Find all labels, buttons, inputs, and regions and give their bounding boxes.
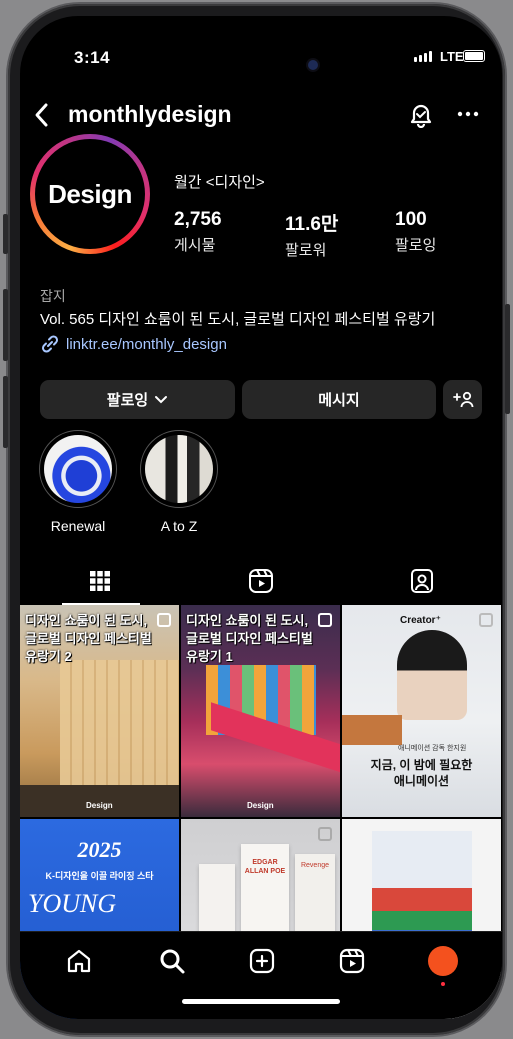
home-indicator[interactable] — [182, 999, 340, 1004]
tab-tagged[interactable] — [342, 556, 502, 606]
status-time: 3:14 — [74, 48, 111, 67]
post-footer-logo: Design — [86, 801, 113, 810]
bottom-navigation — [20, 931, 502, 1019]
search-icon — [160, 949, 185, 974]
battery-icon — [463, 50, 485, 62]
carousel-icon — [318, 613, 332, 627]
nav-create[interactable] — [247, 946, 277, 976]
post-caption: 디자인 쇼룸이 된 도시, 글로벌 디자인 페스티벌 유랑기 2 — [25, 613, 152, 664]
stat-posts-label: 게시물 — [174, 237, 216, 254]
carousel-icon — [318, 827, 332, 841]
notification-bell-icon — [410, 104, 432, 129]
chevron-left-icon — [35, 103, 48, 127]
mute-switch — [3, 214, 8, 254]
highlight-renewal-cover — [44, 435, 112, 503]
avatar: Design — [39, 143, 141, 245]
link-icon — [41, 335, 59, 353]
more-options-button[interactable] — [456, 106, 480, 127]
volume-up-button — [3, 289, 8, 361]
nav-home[interactable] — [64, 946, 94, 976]
home-icon — [67, 949, 91, 973]
stat-posts-value: 2,756 — [174, 209, 222, 230]
post-caption-small: 애니메이션 감독 한지원 — [398, 745, 467, 752]
stat-followers-value: 11.6만 — [285, 214, 339, 235]
stat-following-value: 100 — [395, 209, 427, 230]
post-image-book: EDGAR ALLAN POE — [241, 844, 289, 934]
post-caption: 지금, 이 밤에 필요한 애니메이션 — [370, 758, 473, 788]
screen: 3:14 LTE monthlydesign Design 월간 <디자인> 2… — [20, 16, 502, 1019]
avatar-logo-text: Design — [48, 178, 132, 209]
tagged-icon — [411, 569, 433, 593]
nav-reels[interactable] — [337, 946, 367, 976]
carousel-icon — [479, 613, 493, 627]
stat-followers-label: 팔로워 — [285, 242, 327, 259]
tab-reels[interactable] — [181, 556, 341, 606]
more-horizontal-icon — [457, 111, 479, 117]
post-book-title: Revenge — [300, 862, 330, 869]
profile-category: 잡지 — [40, 288, 66, 304]
chevron-down-icon — [155, 395, 168, 403]
front-camera — [308, 60, 318, 70]
post-subtitle: K-디자인을 이끌 라이징 스타 — [45, 871, 154, 881]
back-button[interactable] — [32, 102, 52, 133]
post-book-title: EDGAR ALLAN POE — [244, 859, 286, 875]
nav-profile[interactable] — [428, 946, 458, 976]
profile-avatar-icon — [428, 946, 458, 976]
post-image-book: Revenge — [295, 854, 335, 934]
profile-bio: Vol. 565 디자인 쇼룸이 된 도시, 글로벌 디자인 페스티벌 유랑기 — [40, 311, 436, 328]
highlight-renewal[interactable]: Renewal — [38, 430, 118, 534]
network-type: LTE — [440, 49, 464, 64]
grid-post[interactable]: 디자인 쇼룸이 된 도시, 글로벌 디자인 페스티벌 유랑기 1 Design — [181, 605, 340, 817]
post-footer-logo: Design — [247, 801, 274, 810]
avatar-story-ring[interactable]: Design — [30, 134, 150, 254]
tab-grid[interactable] — [20, 556, 180, 606]
profile-link-text: linktr.ee/monthly_design — [66, 335, 227, 353]
stat-following-label: 팔로잉 — [395, 237, 437, 254]
profile-full-name: 월간 <디자인> — [174, 174, 265, 191]
add-user-icon — [452, 391, 473, 407]
message-button[interactable]: 메시지 — [242, 380, 436, 419]
post-image-person — [397, 630, 467, 720]
message-button-label: 메시지 — [318, 392, 360, 409]
highlight-renewal-label: Renewal — [50, 518, 106, 534]
notification-dot — [441, 982, 445, 986]
highlight-a-to-z[interactable]: A to Z — [139, 430, 219, 534]
power-button — [505, 304, 510, 414]
suggested-users-button[interactable] — [443, 380, 482, 419]
profile-link[interactable]: linktr.ee/monthly_design — [40, 334, 227, 354]
create-post-icon — [249, 948, 275, 974]
stat-posts[interactable]: 2,756 게시물 — [174, 209, 222, 255]
highlight-a-to-z-label: A to Z — [160, 518, 198, 534]
nav-search[interactable] — [157, 946, 187, 976]
volume-down-button — [3, 376, 8, 448]
notification-button[interactable] — [408, 102, 434, 133]
following-button[interactable]: 팔로잉 — [40, 380, 235, 419]
profile-tabs — [20, 556, 502, 606]
grid-post[interactable]: 디자인 쇼룸이 된 도시, 글로벌 디자인 페스티벌 유랑기 2 Design — [20, 605, 179, 817]
following-button-label: 팔로잉 — [106, 392, 149, 409]
post-year: 2025 — [77, 837, 122, 862]
signal-icon — [414, 51, 432, 62]
post-image-desk — [342, 715, 402, 745]
highlight-a-to-z-cover — [145, 435, 213, 503]
post-image-shelves — [60, 660, 179, 790]
post-word: YOUNG — [28, 889, 117, 918]
post-image-book — [199, 864, 235, 934]
grid-icon — [90, 571, 110, 591]
post-caption: 디자인 쇼룸이 된 도시, 글로벌 디자인 페스티벌 유랑기 1 — [186, 613, 313, 664]
post-badge: Creator⁺ — [400, 615, 441, 626]
profile-username: monthlydesign — [68, 101, 232, 127]
reels-icon — [249, 569, 273, 593]
reels-icon — [339, 948, 365, 974]
grid-post[interactable]: Creator⁺ 애니메이션 감독 한지원 지금, 이 밤에 필요한 애니메이션 — [342, 605, 501, 817]
carousel-icon — [157, 613, 171, 627]
stat-following[interactable]: 100 팔로잉 — [395, 209, 436, 255]
post-image-text-column — [474, 833, 496, 893]
stat-followers[interactable]: 11.6만 팔로워 — [285, 209, 338, 260]
